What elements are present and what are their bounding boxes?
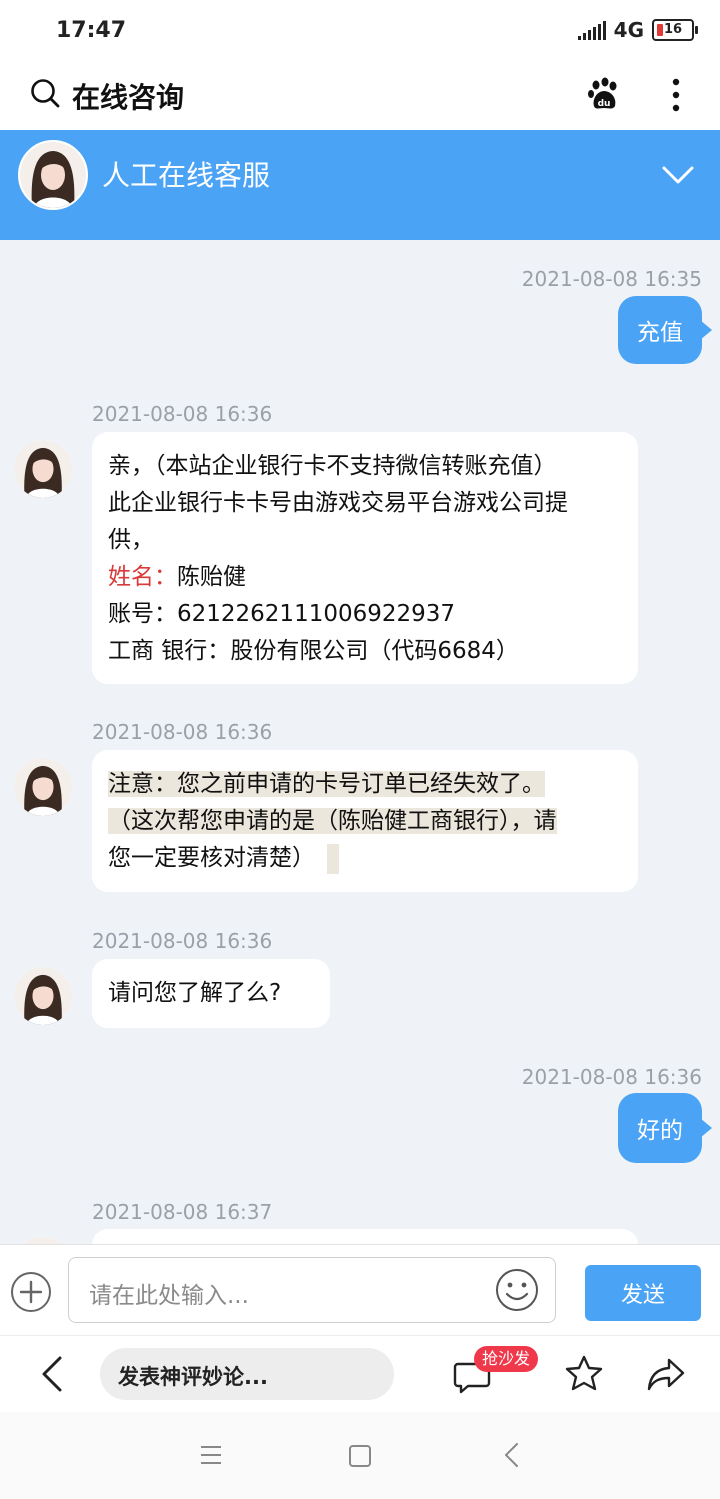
plus-icon[interactable] xyxy=(10,1271,52,1313)
chat-title: 人工在线客服 xyxy=(102,159,271,192)
emoji-icon[interactable] xyxy=(495,1268,539,1312)
highlighted-text: 注意：您之前申请的卡号订单已经失效了。 xyxy=(108,771,545,797)
bank-row: 工商 银行：股份有限公司（代码6684） xyxy=(108,633,622,670)
name-value: 陈贻健 xyxy=(177,564,246,590)
status-indicators: 4G 16 xyxy=(577,18,698,42)
baidu-paw-icon[interactable]: du xyxy=(586,76,622,112)
send-button[interactable]: 发送 xyxy=(585,1265,701,1321)
chat-message-list[interactable]: 2021-08-08 16:35 充值 2021-08-08 16:36 亲，（… xyxy=(0,240,720,1244)
network-type: 4G xyxy=(613,18,644,42)
message-line: （这次帮您申请的是（陈贻健工商银行），请 xyxy=(108,803,622,840)
message-text: 充值 xyxy=(637,320,683,346)
message-line: 供， xyxy=(108,527,154,553)
status-time: 17:47 xyxy=(56,18,127,43)
message-bubble-incoming[interactable]: 请问您了解了么? xyxy=(92,959,330,1028)
message-bubble-incoming[interactable] xyxy=(92,1229,638,1244)
message-line: 注意：您之前申请的卡号订单已经失效了。 xyxy=(108,766,622,803)
message-text: 请问您了解了么? xyxy=(108,980,282,1006)
message-timestamp: 2021-08-08 16:36 xyxy=(92,402,273,426)
bank-value: 股份有限公司（代码6684） xyxy=(230,638,519,664)
account-name-row: 姓名：陈贻健 xyxy=(108,559,622,596)
send-button-label: 发送 xyxy=(620,1283,665,1308)
message-line: 此企业银行卡卡号由游戏交易平台游戏公司提 xyxy=(108,490,568,516)
svg-text:du: du xyxy=(598,99,611,109)
comment-bar: 发表神评妙论... 抢沙发 xyxy=(0,1335,720,1412)
sofa-badge: 抢沙发 xyxy=(474,1346,539,1372)
message-timestamp: 2021-08-08 16:36 xyxy=(521,1065,702,1089)
bank-label: 工商 银行： xyxy=(108,638,231,664)
message-bubble-outgoing[interactable]: 好的 xyxy=(618,1093,712,1163)
battery-icon: 16 xyxy=(652,19,698,41)
message-timestamp: 2021-08-08 16:36 xyxy=(92,929,273,953)
comment-input[interactable]: 发表神评妙论... xyxy=(100,1348,394,1400)
recent-apps-icon[interactable] xyxy=(198,1444,224,1466)
comment-placeholder: 发表神评妙论... xyxy=(118,1365,268,1389)
account-value: 6212262111006922937 xyxy=(177,601,456,627)
agent-avatar xyxy=(14,440,72,498)
message-text: 好的 xyxy=(637,1118,683,1144)
search-icon[interactable] xyxy=(30,78,60,108)
page-title[interactable]: 在线咨询 xyxy=(72,76,184,116)
message-timestamp: 2021-08-08 16:35 xyxy=(521,267,702,291)
message-bubble-incoming[interactable]: 亲，（本站企业银行卡不支持微信转账充值） 此企业银行卡卡号由游戏交易平台游戏公司… xyxy=(92,432,638,684)
back-icon[interactable] xyxy=(36,1354,70,1394)
message-line: 您一定要核对清楚） xyxy=(108,840,622,877)
share-icon[interactable] xyxy=(646,1354,686,1394)
account-label: 账号： xyxy=(108,601,177,627)
message-input-bar: 请在此处输入... 发送 xyxy=(0,1244,720,1335)
highlight-marker xyxy=(327,843,339,874)
message-timestamp: 2021-08-08 16:36 xyxy=(92,720,273,744)
message-text: 您一定要核对清楚） xyxy=(108,845,315,871)
agent-avatar xyxy=(18,140,88,210)
message-timestamp: 2021-08-08 16:37 xyxy=(92,1200,273,1224)
agent-avatar xyxy=(14,967,72,1025)
account-number-row: 账号：6212262111006922937 xyxy=(108,596,622,633)
agent-avatar xyxy=(14,1237,72,1244)
more-options-icon[interactable] xyxy=(664,76,688,116)
message-line: 亲，（本站企业银行卡不支持微信转账充值） xyxy=(108,453,557,479)
highlighted-text: （这次帮您申请的是（陈贻健工商银行），请 xyxy=(108,808,557,834)
status-bar: 17:47 4G 16 xyxy=(0,0,720,62)
message-bubble-incoming[interactable]: 注意：您之前申请的卡号订单已经失效了。 （这次帮您申请的是（陈贻健工商银行），请… xyxy=(92,750,638,892)
home-icon[interactable] xyxy=(348,1444,372,1468)
system-back-icon[interactable] xyxy=(502,1442,522,1468)
name-label: 姓名： xyxy=(108,564,177,590)
message-input[interactable]: 请在此处输入... xyxy=(68,1257,556,1323)
chevron-down-icon[interactable] xyxy=(660,160,696,190)
input-placeholder: 请在此处输入... xyxy=(89,1283,249,1309)
battery-level: 16 xyxy=(663,22,683,37)
chat-header: 人工在线客服 xyxy=(0,130,720,240)
message-bubble-outgoing[interactable]: 充值 xyxy=(618,296,712,364)
search-header: 在线咨询 du xyxy=(0,62,720,130)
system-navigation-bar xyxy=(0,1412,720,1499)
star-icon[interactable] xyxy=(564,1354,604,1394)
agent-avatar xyxy=(14,758,72,816)
signal-icon xyxy=(577,20,606,40)
